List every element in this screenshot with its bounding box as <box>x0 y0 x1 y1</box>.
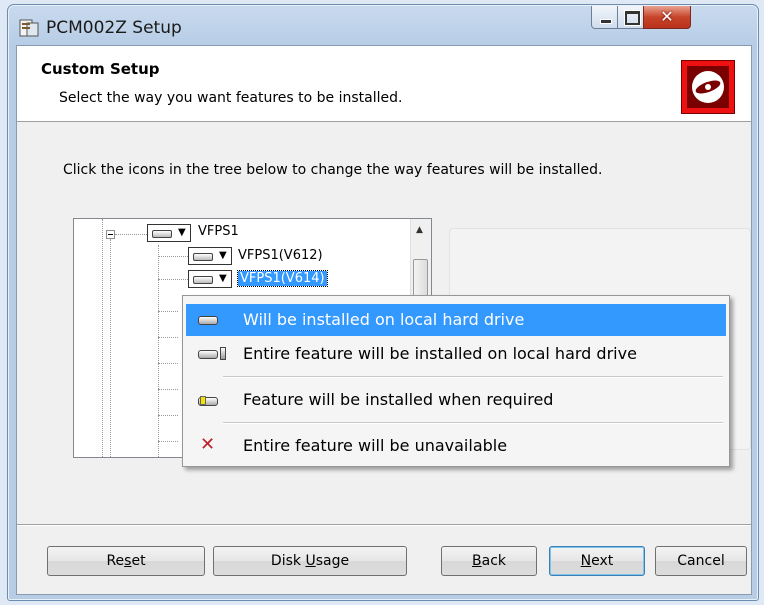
menu-item-install-local[interactable]: Will be installed on local hard drive <box>186 304 726 336</box>
scroll-up-arrow-icon[interactable]: ▲ <box>416 225 423 235</box>
reset-button[interactable]: Reset <box>47 546 205 576</box>
tree-node-v614[interactable]: VFPS1(V614) <box>237 270 328 287</box>
window-title: PCM002Z Setup <box>46 18 182 38</box>
disk-usage-button[interactable]: Disk Usage <box>213 546 407 576</box>
menu-item-unavailable[interactable]: ✕ Entire feature will be unavailable <box>186 430 726 462</box>
menu-separator <box>223 422 723 424</box>
hard-drive-entire-icon <box>198 350 218 359</box>
footer-divider <box>17 524 751 526</box>
close-button[interactable]: ✕ <box>643 6 691 29</box>
header-banner: Custom Setup Select the way you want fea… <box>17 46 751 122</box>
menu-separator <box>223 376 723 378</box>
feature-state-button-v614[interactable]: ▼ <box>188 270 232 288</box>
dropdown-arrow-icon: ▼ <box>219 273 227 284</box>
feature-state-button-vfps1[interactable]: ▼ <box>147 224 191 242</box>
setup-logo <box>681 60 735 114</box>
installer-icon <box>19 19 39 37</box>
next-button[interactable]: Next <box>549 546 645 576</box>
menu-item-install-on-demand[interactable]: Feature will be installed when required <box>186 384 726 416</box>
close-icon: ✕ <box>660 7 674 26</box>
back-button[interactable]: Back <box>441 546 537 576</box>
minimize-button[interactable] <box>591 6 619 29</box>
page-subtitle: Select the way you want features to be i… <box>59 90 403 106</box>
menu-item-install-entire-local[interactable]: Entire feature will be installed on loca… <box>186 338 726 370</box>
disc-icon <box>692 71 724 103</box>
hard-drive-icon <box>152 230 172 238</box>
instructions-text: Click the icons in the tree below to cha… <box>63 162 603 178</box>
hard-drive-icon <box>193 276 213 284</box>
feature-state-menu: Will be installed on local hard drive En… <box>182 295 730 467</box>
tree-node-vfps1[interactable]: VFPS1 <box>198 224 239 239</box>
dropdown-arrow-icon: ▼ <box>219 250 227 261</box>
dropdown-arrow-icon: ▼ <box>178 227 186 238</box>
sub-features-icon <box>220 347 226 360</box>
hard-drive-icon <box>198 316 218 325</box>
unavailable-x-icon: ✕ <box>200 434 216 455</box>
on-demand-badge-icon <box>200 396 206 405</box>
tree-node-v612[interactable]: VFPS1(V612) <box>238 248 323 263</box>
collapse-toggle[interactable] <box>106 230 115 239</box>
title-bar[interactable]: PCM002Z Setup ✕ <box>8 5 758 45</box>
cancel-button[interactable]: Cancel <box>655 546 747 576</box>
hard-drive-icon <box>193 253 213 261</box>
page-title: Custom Setup <box>41 60 160 78</box>
maximize-button[interactable] <box>617 6 645 29</box>
feature-state-button-v612[interactable]: ▼ <box>188 247 232 265</box>
